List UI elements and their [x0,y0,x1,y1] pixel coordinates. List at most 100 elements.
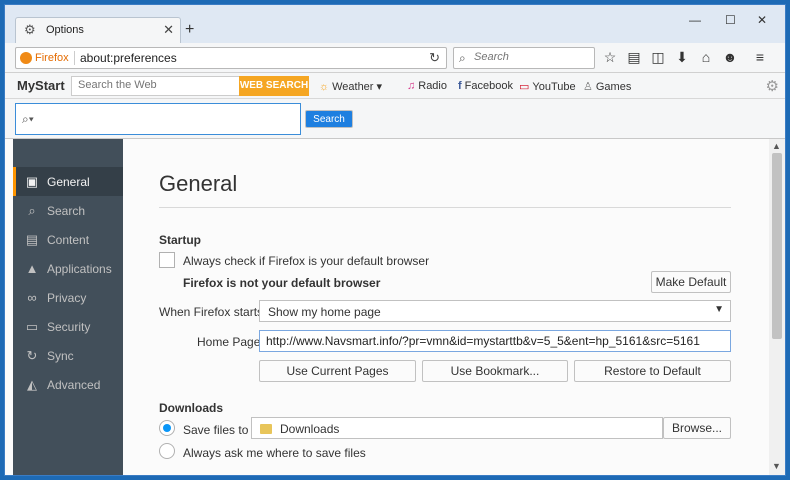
sidebar-item-general[interactable]: ▣ General [13,167,123,196]
make-default-button[interactable]: Make Default [651,271,731,293]
extension-search-button[interactable]: Search [305,110,353,128]
facebook-label: Facebook [464,80,513,92]
web-search-button[interactable]: WEB SEARCH [239,76,309,96]
sidebar-item-label: Search [47,204,86,218]
home-page-input[interactable] [266,334,724,348]
tab-close-icon[interactable]: ✕ [163,22,174,38]
clipboard-icon[interactable]: ▤ [625,49,643,66]
smiley-icon[interactable]: ☻ [721,49,739,65]
rocket-icon: ▲ [25,261,39,276]
sidebar-item-search[interactable]: ⌕ Search [13,196,123,225]
use-bookmark-button[interactable]: Use Bookmark... [422,360,568,382]
sidebar-item-label: Advanced [47,378,101,392]
folder-icon [260,424,272,434]
save-files-radio[interactable] [159,420,175,436]
document-icon: ▤ [25,232,39,247]
radio-link[interactable]: ♫ Radio [407,80,447,92]
search-icon: ⌕ [459,51,466,65]
sidebar-item-sync[interactable]: ↻ Sync [13,341,123,370]
divider [74,51,75,65]
browser-window: ⚙ Options ✕ + — ☐ ✕ Firefox about:prefer… [4,4,786,476]
minimize-button[interactable]: — [689,13,701,27]
use-current-pages-button[interactable]: Use Current Pages [259,360,416,382]
title-divider [159,207,731,208]
always-ask-label: Always ask me where to save files [183,446,366,460]
scroll-down-icon[interactable]: ▼ [772,461,781,471]
joystick-icon: ♙ [583,81,593,93]
title-bar: ⚙ Options ✕ + — ☐ ✕ [5,5,785,43]
mask-icon: ∞ [27,290,37,305]
search-bar[interactable]: ⌕ [453,47,595,69]
vertical-scrollbar[interactable]: ▲ ▼ [769,139,785,475]
restore-default-button[interactable]: Restore to Default [574,360,731,382]
sidebar-item-label: Applications [47,262,112,276]
pocket-icon[interactable]: ◫ [649,49,667,66]
default-browser-check-label: Always check if Firefox is your default … [183,254,430,268]
sidebar-item-applications[interactable]: ▲ Applications [13,254,123,283]
url-bar[interactable]: Firefox about:preferences ↻ [15,47,447,69]
sync-icon: ↻ [26,348,38,363]
downloads-heading: Downloads [159,401,224,415]
headphones-icon: ♫ [407,80,416,92]
youtube-link[interactable]: ▭ YouTube [519,80,576,93]
sidebar-item-label: Sync [47,349,74,363]
bookmark-star-icon[interactable]: ☆ [601,49,619,66]
radio-label: Radio [418,80,447,92]
chevron-down-icon: ▼ [714,304,724,315]
youtube-label: YouTube [532,81,576,93]
sun-icon: ☼ [319,81,330,93]
sidebar-item-advanced[interactable]: ◭ Advanced [13,370,123,399]
mystart-search-input[interactable] [78,79,228,91]
startup-select[interactable]: Show my home page ▼ [259,300,731,322]
sidebar-item-content[interactable]: ▤ Content [13,225,123,254]
sidebar-item-security[interactable]: ▭ Security [13,312,123,341]
sidebar-item-label: Privacy [47,291,87,305]
facebook-link[interactable]: f Facebook [458,80,513,92]
not-default-text: Firefox is not your default browser [183,276,381,290]
maximize-button[interactable]: ☐ [725,13,736,27]
preferences-content: ▣ General ⌕ Search ▤ Content ▲ Applicati… [5,139,785,475]
menu-icon[interactable]: ≡ [751,49,769,65]
scroll-up-icon[interactable]: ▲ [772,141,781,151]
identity-label: Firefox [35,52,69,64]
tab-title: Options [46,24,84,36]
facebook-icon: f [458,80,462,92]
preferences-sidebar: ▣ General ⌕ Search ▤ Content ▲ Applicati… [13,139,123,475]
weather-label: Weather [332,81,374,93]
firefox-icon [20,52,32,64]
downloads-folder-field[interactable]: Downloads [251,417,663,439]
default-browser-checkbox[interactable] [159,252,175,268]
games-label: Games [595,81,632,93]
url-text[interactable]: about:preferences [80,51,177,65]
home-page-label: Home Page: [197,335,264,349]
scrollbar-thumb[interactable] [772,153,782,339]
close-window-button[interactable]: ✕ [757,13,767,27]
weather-link[interactable]: ☼ Weather ▾ [319,80,382,93]
general-pane: General Startup Always check if Firefox … [123,139,769,475]
sidebar-item-label: Security [47,320,91,334]
always-ask-radio[interactable] [159,443,175,459]
games-link[interactable]: ♙ Games [583,80,631,93]
tab-options[interactable]: ⚙ Options ✕ [15,17,181,43]
wizard-hat-icon: ◭ [27,377,37,392]
sidebar-item-privacy[interactable]: ∞ Privacy [13,283,123,312]
download-icon[interactable]: ⬇ [673,49,691,66]
mystart-toolbar: MyStart WEB SEARCH ☼Weather ▾ ♫Radio fFa… [5,73,785,99]
settings-gear-icon[interactable]: ⚙ [766,77,779,95]
downloads-folder-value: Downloads [280,422,340,436]
page-title: General [159,171,238,196]
save-files-label: Save files to [183,423,249,437]
gear-icon: ⚙ [24,22,36,37]
general-icon: ▣ [25,174,39,189]
lock-icon: ▭ [25,319,39,334]
mystart-logo[interactable]: MyStart [17,78,65,93]
search-input[interactable] [474,51,592,63]
new-tab-button[interactable]: + [185,21,194,39]
home-page-field[interactable] [259,330,731,352]
when-starts-label: When Firefox starts: [159,305,267,319]
home-icon[interactable]: ⌂ [697,49,715,65]
mystart-search-box[interactable] [71,76,241,96]
browse-button[interactable]: Browse... [663,417,731,439]
extension-search-input[interactable]: ⌕▾ [15,103,301,135]
reload-icon[interactable]: ↻ [429,50,440,66]
